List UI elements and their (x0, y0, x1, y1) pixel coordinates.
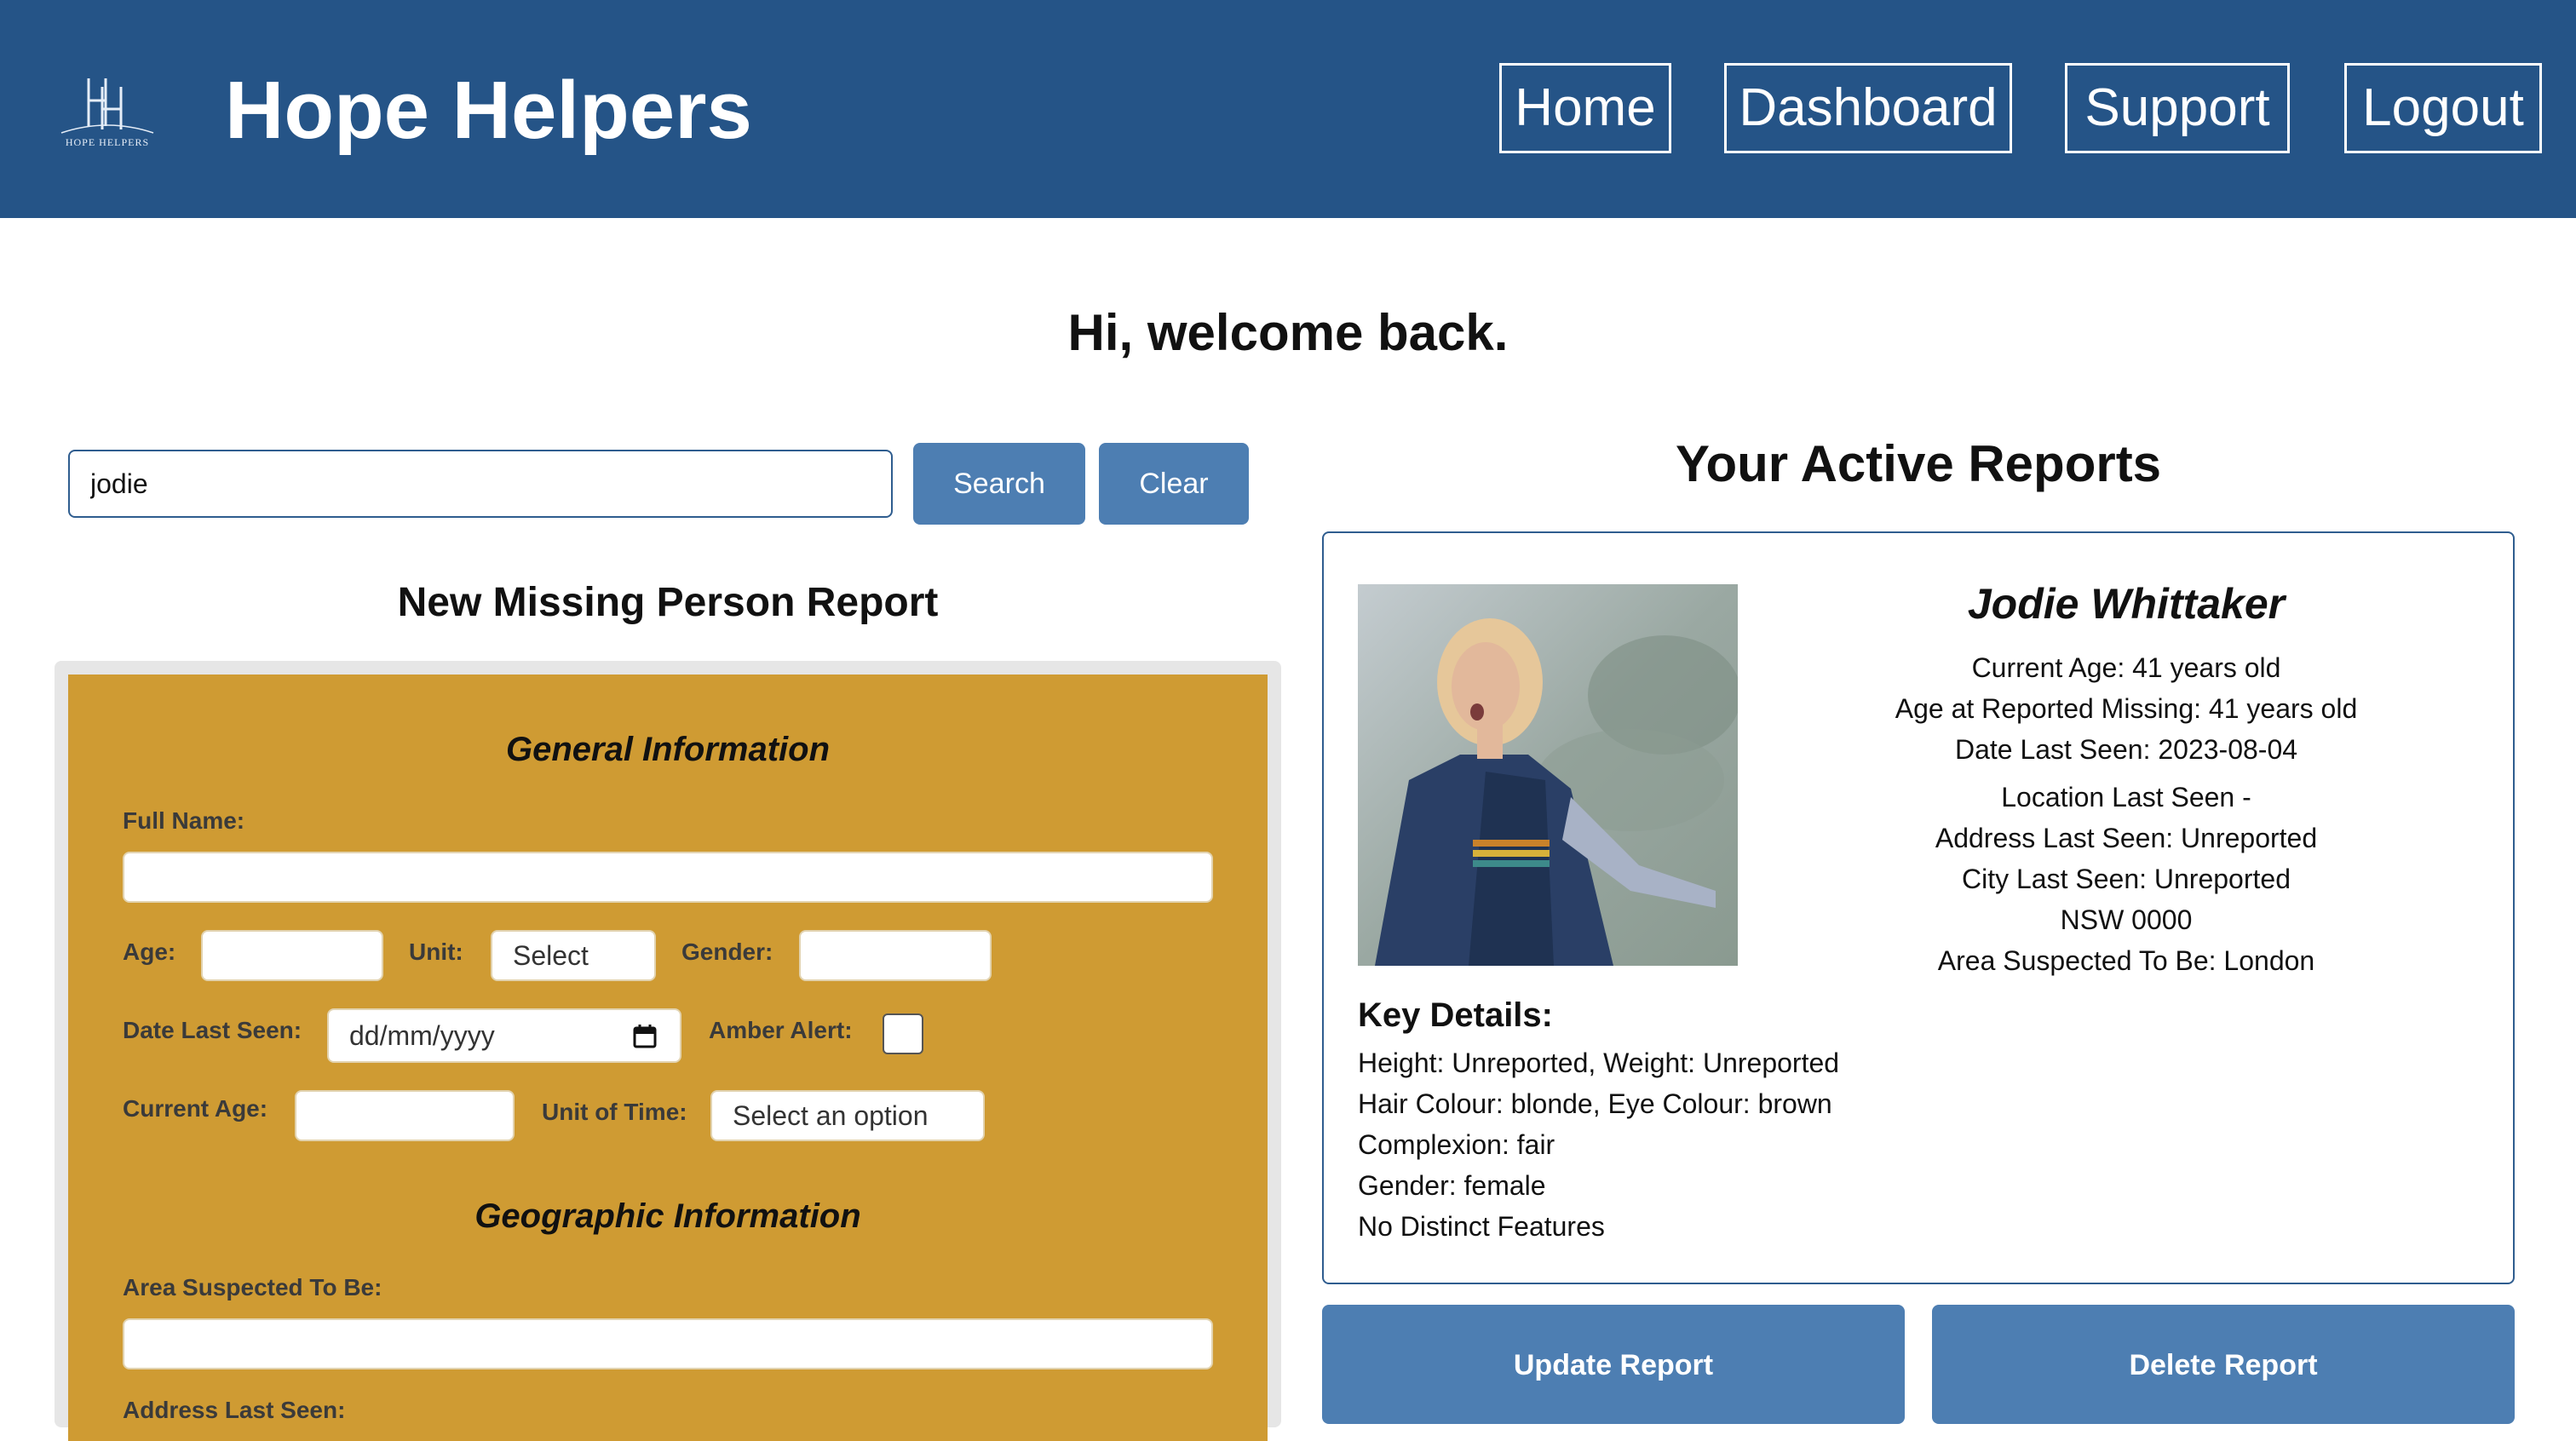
update-report-button[interactable]: Update Report (1322, 1305, 1905, 1424)
current-age-label: Current Age: (123, 1095, 268, 1122)
search-button[interactable]: Search (913, 443, 1085, 525)
age-input[interactable] (201, 930, 383, 981)
person-photo (1358, 584, 1738, 966)
unit-of-time-select[interactable]: Select an option (710, 1090, 985, 1141)
full-name-input[interactable] (123, 852, 1213, 903)
brand-title: Hope Helpers (225, 65, 752, 156)
nav-support-button[interactable]: Support (2065, 63, 2290, 153)
welcome-heading: Hi, welcome back. (1067, 304, 1509, 361)
date-last-seen-label: Date Last Seen: (123, 1017, 302, 1043)
current-age-input[interactable] (295, 1090, 515, 1141)
key-detail-complexion: Complexion: fair (1358, 1129, 1555, 1160)
gender-input[interactable] (799, 930, 992, 981)
area-suspected-text: Area Suspected To Be: London (1937, 945, 2315, 976)
geographic-info-title: Geographic Information (474, 1197, 861, 1235)
gender-label: Gender: (681, 939, 773, 965)
location-last-seen-text: Location Last Seen - (2001, 782, 2251, 812)
delete-report-button[interactable]: Delete Report (1932, 1305, 2515, 1424)
top-nav-bar: HOPE HELPERS Hope Helpers Home Dashboard… (0, 0, 2576, 218)
key-detail-features: No Distinct Features (1358, 1211, 1605, 1242)
unit-select[interactable]: Select (491, 930, 656, 981)
new-report-title: New Missing Person Report (397, 580, 939, 625)
city-last-seen-text: City Last Seen: Unreported (1962, 864, 2291, 894)
general-info-title: General Information (505, 731, 831, 768)
key-detail-hair-eyes: Hair Colour: blonde, Eye Colour: brown (1358, 1088, 1832, 1119)
age-label: Age: (123, 939, 176, 965)
age-at-missing-text: Age at Reported Missing: 41 years old (1895, 693, 2358, 724)
hope-helpers-logo[interactable]: HOPE HELPERS (53, 66, 162, 152)
full-name-label: Full Name: (123, 807, 245, 834)
current-age-text: Current Age: 41 years old (1971, 652, 2281, 683)
nav-home-button[interactable]: Home (1499, 63, 1671, 153)
active-reports-title: Your Active Reports (1675, 435, 2162, 492)
person-name: Jodie Whittaker (1967, 580, 2286, 628)
key-detail-gender: Gender: female (1358, 1170, 1546, 1201)
logo-caption: HOPE HELPERS (65, 136, 150, 148)
date-last-seen-text: Date Last Seen: 2023-08-04 (1954, 734, 2298, 765)
address-last-seen-label: Address Last Seen: (123, 1397, 346, 1423)
nav-dashboard-button[interactable]: Dashboard (1724, 63, 2012, 153)
area-suspected-input[interactable] (123, 1318, 1213, 1369)
area-suspected-label: Area Suspected To Be: (123, 1274, 382, 1300)
unit-of-time-label: Unit of Time: (542, 1099, 687, 1125)
amber-alert-label: Amber Alert: (709, 1017, 853, 1043)
unit-label: Unit: (409, 939, 463, 965)
search-input[interactable] (68, 450, 893, 518)
state-postcode-text: NSW 0000 (2060, 904, 2193, 935)
clear-button[interactable]: Clear (1099, 443, 1249, 525)
date-last-seen-input[interactable]: dd/mm/yyyy (327, 1008, 681, 1063)
key-details-title: Key Details: (1358, 996, 1553, 1034)
address-last-seen-text: Address Last Seen: Unreported (1935, 823, 2318, 853)
nav-logout-button[interactable]: Logout (2344, 63, 2542, 153)
date-placeholder: dd/mm/yyyy (349, 1020, 495, 1051)
key-detail-height-weight: Height: Unreported, Weight: Unreported (1358, 1048, 1840, 1078)
calendar-icon[interactable] (632, 1024, 658, 1049)
amber-alert-checkbox[interactable] (883, 1013, 923, 1054)
